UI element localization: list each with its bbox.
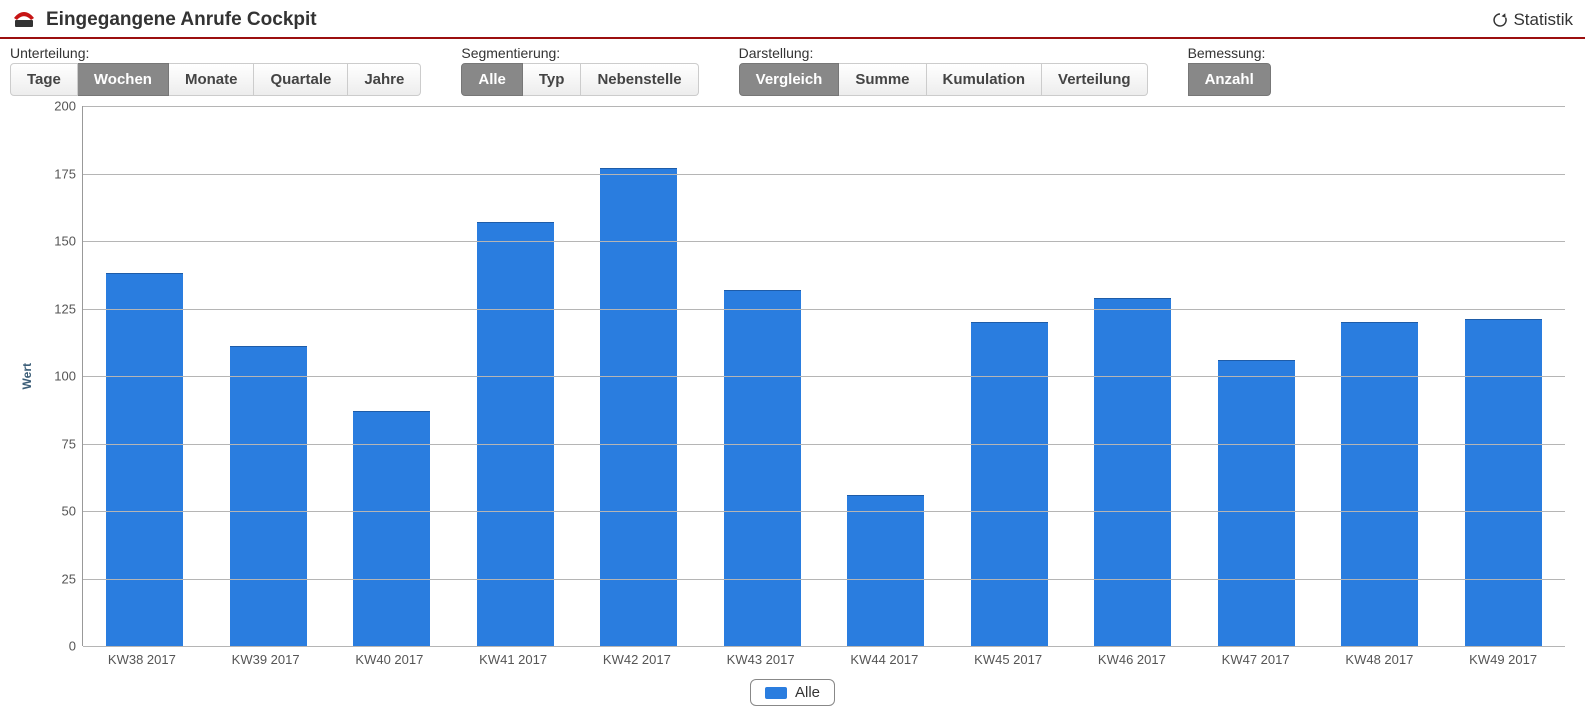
- y-tick-label: 50: [62, 504, 76, 519]
- toolbar-button[interactable]: Typ: [523, 63, 582, 96]
- y-tick-label: 150: [54, 234, 76, 249]
- toolbar-button[interactable]: Summe: [839, 63, 926, 96]
- x-tick-label: KW44 2017: [823, 652, 947, 667]
- x-tick-label: KW41 2017: [451, 652, 575, 667]
- chart-bar[interactable]: [1465, 319, 1542, 646]
- grid-line: [83, 579, 1565, 580]
- y-axis-ticks: 0255075100125150175200: [38, 106, 82, 646]
- x-tick-label: KW39 2017: [204, 652, 328, 667]
- legend-label: Alle: [795, 684, 820, 701]
- x-axis-labels: KW38 2017KW39 2017KW40 2017KW41 2017KW42…: [80, 652, 1565, 667]
- x-tick-label: KW43 2017: [699, 652, 823, 667]
- toolbar-button[interactable]: Kumulation: [927, 63, 1043, 96]
- y-tick-label: 200: [54, 99, 76, 114]
- grid-line: [83, 241, 1565, 242]
- toolbar-button[interactable]: Jahre: [348, 63, 421, 96]
- grid-line: [83, 511, 1565, 512]
- refresh-icon: [1491, 11, 1509, 29]
- chart-bar[interactable]: [1218, 360, 1295, 646]
- y-tick-label: 100: [54, 369, 76, 384]
- legend-item-alle[interactable]: Alle: [750, 679, 835, 706]
- toolbar-button[interactable]: Vergleich: [739, 63, 840, 96]
- x-tick-label: KW48 2017: [1318, 652, 1442, 667]
- x-tick-label: KW49 2017: [1441, 652, 1565, 667]
- chart-bar[interactable]: [477, 222, 554, 646]
- y-tick-label: 125: [54, 301, 76, 316]
- chart-bar[interactable]: [600, 168, 677, 646]
- toolbar-button[interactable]: Quartale: [254, 63, 348, 96]
- phone-icon: [12, 8, 36, 31]
- chart-bar[interactable]: [971, 322, 1048, 646]
- y-tick-label: 75: [62, 436, 76, 451]
- toolbar-group-label: Darstellung:: [739, 45, 1148, 61]
- grid-line: [83, 309, 1565, 310]
- x-tick-label: KW47 2017: [1194, 652, 1318, 667]
- toolbar-button[interactable]: Alle: [461, 63, 523, 96]
- chart-bar[interactable]: [724, 290, 801, 646]
- x-tick-label: KW38 2017: [80, 652, 204, 667]
- x-tick-label: KW45 2017: [946, 652, 1070, 667]
- header-divider: [0, 37, 1585, 39]
- y-axis-label: Wert: [20, 363, 34, 389]
- chart-bar[interactable]: [353, 411, 430, 646]
- toolbar-group-label: Unterteilung:: [10, 45, 421, 61]
- toolbar-group-label: Bemessung:: [1188, 45, 1271, 61]
- chart-bar[interactable]: [106, 273, 183, 646]
- chart-bar[interactable]: [1094, 298, 1171, 646]
- page-header: Eingegangene Anrufe Cockpit Statistik: [0, 0, 1585, 37]
- toolbar-button[interactable]: Nebenstelle: [581, 63, 698, 96]
- x-tick-label: KW40 2017: [328, 652, 452, 667]
- toolbar-group-label: Segmentierung:: [461, 45, 698, 61]
- toolbar-button[interactable]: Wochen: [78, 63, 169, 96]
- toolbar-group: Darstellung: VergleichSummeKumulationVert…: [739, 45, 1148, 96]
- statistik-link[interactable]: Statistik: [1491, 10, 1573, 30]
- x-tick-label: KW46 2017: [1070, 652, 1194, 667]
- legend-swatch: [765, 687, 787, 699]
- toolbar-button[interactable]: Anzahl: [1188, 63, 1271, 96]
- y-tick-label: 0: [69, 639, 76, 654]
- toolbar-button[interactable]: Tage: [10, 63, 78, 96]
- toolbar-group: Bemessung: Anzahl: [1188, 45, 1271, 96]
- toolbar-group: Segmentierung: AlleTypNebenstelle: [461, 45, 698, 96]
- x-tick-label: KW42 2017: [575, 652, 699, 667]
- grid-line: [83, 646, 1565, 647]
- y-tick-label: 25: [62, 571, 76, 586]
- toolbar-group: Unterteilung: TageWochenMonateQuartaleJah…: [10, 45, 421, 96]
- chart-bar[interactable]: [1341, 322, 1418, 646]
- page-title: Eingegangene Anrufe Cockpit: [46, 9, 317, 31]
- chart-legend: Alle: [20, 679, 1565, 706]
- grid-line: [83, 106, 1565, 107]
- y-tick-label: 175: [54, 166, 76, 181]
- grid-line: [83, 174, 1565, 175]
- chart-bar[interactable]: [847, 495, 924, 646]
- grid-line: [83, 376, 1565, 377]
- chart: Wert 0255075100125150175200: [20, 106, 1565, 646]
- chart-plot-area[interactable]: [82, 106, 1565, 646]
- chart-container: Wert 0255075100125150175200 KW38 2017KW3…: [20, 106, 1565, 706]
- chart-bar[interactable]: [230, 346, 307, 646]
- toolbar-button[interactable]: Verteilung: [1042, 63, 1148, 96]
- filter-toolbar: Unterteilung: TageWochenMonateQuartaleJah…: [0, 45, 1585, 106]
- grid-line: [83, 444, 1565, 445]
- toolbar-button[interactable]: Monate: [169, 63, 255, 96]
